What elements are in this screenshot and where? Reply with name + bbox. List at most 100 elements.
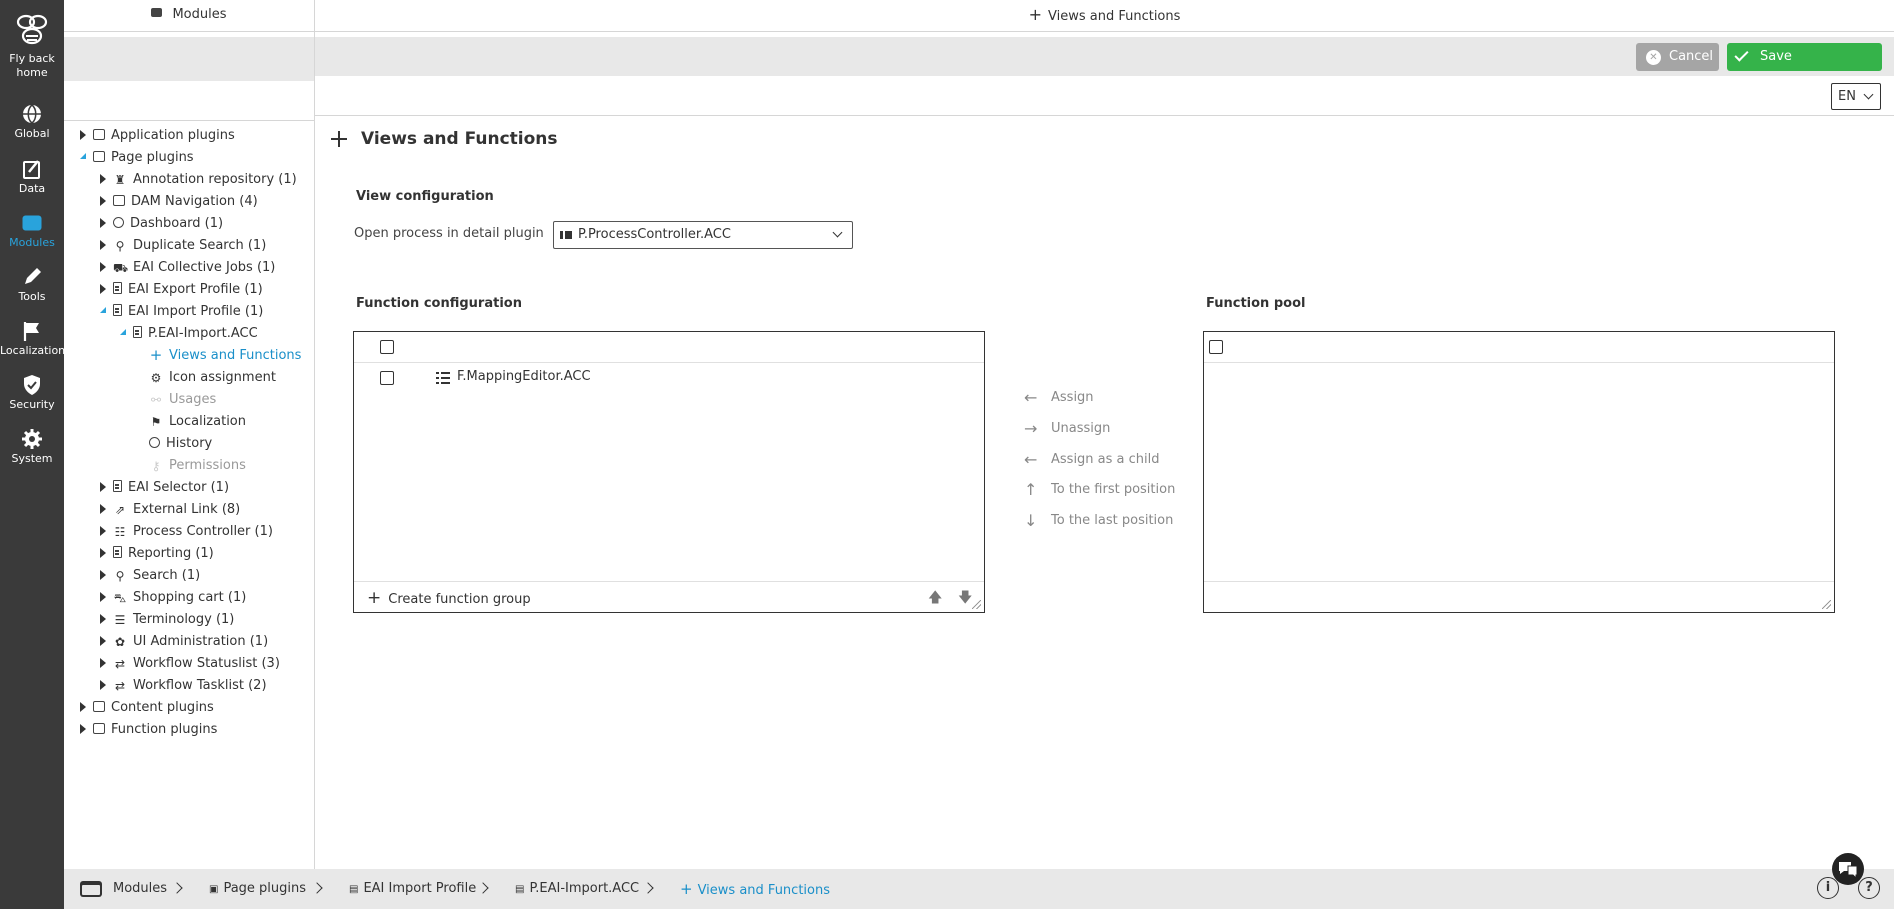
collapse-toggle-icon[interactable] <box>100 307 106 313</box>
tree-node[interactable]: ⚯ Usages <box>149 389 216 411</box>
sidebar-item-modules[interactable]: Modules <box>0 212 64 249</box>
active-tab[interactable]: + Views and Functions <box>315 0 1894 32</box>
tree-node[interactable]: EAI Selector (1) <box>100 477 229 499</box>
item-checkbox[interactable] <box>380 371 394 385</box>
sidebar-item-localization[interactable]: Localization <box>0 320 65 357</box>
tree-node[interactable]: ⚑ Localization <box>149 411 246 433</box>
breadcrumb-item[interactable]: Modules <box>113 879 167 899</box>
sidebar-item-home[interactable]: Fly back home <box>0 10 64 80</box>
select-all-checkbox[interactable] <box>1209 340 1223 354</box>
expand-toggle-icon[interactable] <box>80 702 86 712</box>
expand-toggle-icon[interactable] <box>100 570 106 580</box>
tree-node[interactable]: ☰ Terminology (1) <box>100 609 234 631</box>
function-config-list[interactable]: F.MappingEditor.ACC + Create function gro… <box>353 331 985 613</box>
expand-toggle-icon[interactable] <box>100 504 106 514</box>
tree-node[interactable]: ⇗ External Link (8) <box>100 499 240 521</box>
expand-toggle-icon[interactable] <box>100 196 106 206</box>
expand-toggle-icon[interactable] <box>100 262 106 272</box>
tree-node[interactable]: ⚲ Search (1) <box>100 565 200 587</box>
assign-as-child-button[interactable]: ← Assign as a child <box>1024 450 1160 470</box>
unassign-button[interactable]: → Unassign <box>1024 419 1110 439</box>
tree-node[interactable]: ✿ UI Administration (1) <box>100 631 268 653</box>
tree-node[interactable]: EAI Export Profile (1) <box>100 279 263 301</box>
last-position-label: To the last position <box>1051 513 1174 528</box>
move-to-first-button[interactable]: ↑ To the first position <box>1024 480 1175 500</box>
tree-node[interactable]: Content plugins <box>80 697 214 719</box>
open-process-select[interactable]: P.ProcessController.ACC <box>553 221 853 249</box>
sidebar-item-security[interactable]: Security <box>0 374 64 411</box>
expand-toggle-icon[interactable] <box>100 592 106 602</box>
expand-toggle-icon[interactable] <box>100 218 106 228</box>
tree-node[interactable]: ⇄ Workflow Statuslist (3) <box>100 653 280 675</box>
expand-toggle-icon[interactable] <box>100 636 106 646</box>
tab-title: Views and Functions <box>1047 9 1181 24</box>
expand-toggle-icon[interactable] <box>100 614 106 624</box>
expand-toggle-icon[interactable] <box>100 482 106 492</box>
resize-grip-icon[interactable] <box>1822 600 1831 609</box>
truck-icon: ⛟ <box>113 261 129 275</box>
function-pool-list[interactable] <box>1203 331 1835 613</box>
sidebar-item-data[interactable]: Data <box>0 158 64 195</box>
list-item[interactable]: F.MappingEditor.ACC <box>354 363 984 393</box>
help-icon[interactable]: ? <box>1858 877 1880 899</box>
expand-toggle-icon[interactable] <box>100 658 106 668</box>
expand-toggle-icon[interactable] <box>100 526 106 536</box>
expand-toggle-icon[interactable] <box>100 174 106 184</box>
tree-node[interactable]: ⚷ Permissions <box>149 455 246 477</box>
tree-node[interactable]: DAM Navigation (4) <box>100 191 258 213</box>
tree-node-label: Icon assignment <box>169 370 276 385</box>
sidebar-item-global[interactable]: Global <box>0 103 64 140</box>
expand-toggle-icon[interactable] <box>80 130 86 140</box>
tree-node[interactable]: ⚙ Icon assignment <box>149 367 276 389</box>
expand-toggle-icon[interactable] <box>80 724 86 734</box>
tree-node[interactable]: ♜ Annotation repository (1) <box>100 169 297 191</box>
plus-icon <box>331 131 347 147</box>
tree-node[interactable]: ⇄ Workflow Tasklist (2) <box>100 675 267 697</box>
globe-icon <box>23 104 41 124</box>
assign-button[interactable]: ← Assign <box>1024 388 1094 408</box>
breadcrumb-item-current[interactable]: + Views and Functions <box>680 879 830 899</box>
tree-node[interactable]: EAI Import Profile (1) <box>100 301 263 323</box>
tree-node[interactable]: P.EAI-Import.ACC <box>120 323 258 345</box>
arrow-right-icon: → <box>1024 419 1038 438</box>
breadcrumb-item[interactable]: ▣ Page plugins <box>209 879 306 899</box>
cancel-button[interactable]: ✕ Cancel <box>1636 43 1719 71</box>
collapse-toggle-icon[interactable] <box>80 153 86 159</box>
tree-toolbar <box>64 37 314 81</box>
sidebar-item-tools[interactable]: Tools <box>0 266 64 303</box>
expand-toggle-icon[interactable] <box>100 680 106 690</box>
expand-toggle-icon[interactable] <box>100 240 106 250</box>
tree-node[interactable]: Page plugins <box>80 147 194 169</box>
tree-node[interactable]: ☷ Process Controller (1) <box>100 521 273 543</box>
tree-node-label: UI Administration (1) <box>133 634 269 649</box>
collapse-toggle-icon[interactable] <box>120 329 126 335</box>
tree-node[interactable]: ⚲ Duplicate Search (1) <box>100 235 266 257</box>
sidebar-item-system[interactable]: System <box>0 428 64 465</box>
tree-node[interactable]: ⛍ Shopping cart (1) <box>100 587 246 609</box>
breadcrumb-item[interactable]: ▤ P.EAI-Import.ACC <box>515 879 639 899</box>
window-icon <box>22 215 42 231</box>
tree-node[interactable]: History <box>149 433 212 455</box>
tree-node[interactable]: Reporting (1) <box>100 543 214 565</box>
open-process-label: Open process in detail plugin <box>354 226 544 241</box>
expand-toggle-icon[interactable] <box>100 548 106 558</box>
tree-node-label: Reporting (1) <box>128 546 214 561</box>
chat-button[interactable] <box>1832 853 1864 885</box>
tree-node[interactable]: Function plugins <box>80 719 217 741</box>
tree-node[interactable]: Dashboard (1) <box>100 213 223 235</box>
breadcrumb-item[interactable]: ▤ EAI Import Profile <box>349 879 476 899</box>
move-to-last-button[interactable]: ↓ To the last position <box>1024 511 1173 531</box>
info-icon[interactable]: i <box>1817 877 1839 899</box>
main-sidebar: Fly back home Global Data Modules Tools <box>0 0 65 909</box>
create-function-group-button[interactable]: + Create function group <box>367 588 531 608</box>
select-all-checkbox[interactable] <box>380 340 394 354</box>
tree-node-views-functions[interactable]: + Views and Functions <box>149 345 302 367</box>
resize-grip-icon[interactable] <box>972 600 981 609</box>
move-down-icon[interactable]: 🡇 <box>958 587 972 611</box>
tree-node[interactable]: ⛟ EAI Collective Jobs (1) <box>100 257 275 279</box>
tree-node[interactable]: Application plugins <box>80 125 235 147</box>
move-up-icon[interactable]: 🡅 <box>928 587 942 611</box>
language-select[interactable]: EN <box>1831 83 1881 110</box>
save-configuration-button[interactable]: Save configuration <box>1727 43 1882 92</box>
expand-toggle-icon[interactable] <box>100 284 106 294</box>
